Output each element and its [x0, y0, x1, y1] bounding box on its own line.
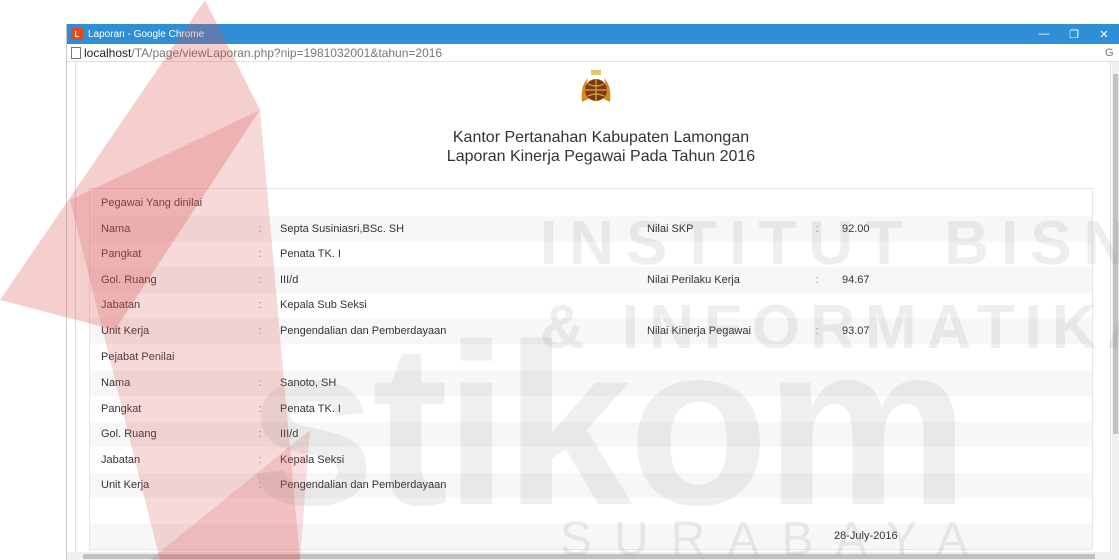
table-row: Unit Kerja : Pengendalian dan Pemberdaya… [90, 318, 1092, 344]
restore-icon[interactable]: ❐ [1059, 24, 1089, 44]
vertical-scroll-thumb[interactable] [1113, 74, 1118, 434]
page-icon [71, 46, 81, 59]
table-row: Nama : Septa Susiniasri,BSc. SH Nilai SK… [90, 216, 1092, 242]
table-row [90, 498, 1092, 524]
horizontal-scroll-thumb[interactable] [83, 554, 1095, 559]
section-pegawai-title: Pegawai Yang dinilai [101, 196, 203, 209]
table-row: Jabatan : Kepala Seksi [101, 453, 345, 466]
window-title: Laporan - Google Chrome [88, 28, 205, 40]
url-host: localhost [84, 45, 132, 60]
title-bar: L Laporan - Google Chrome — ❐ ✕ [67, 24, 1119, 44]
horizontal-scrollbar[interactable] [67, 552, 1113, 560]
minimize-icon[interactable]: — [1029, 24, 1059, 44]
browser-window: L Laporan - Google Chrome — ❐ ✕ localhos… [66, 24, 1119, 560]
chrome-app-icon: L [71, 28, 83, 40]
table-row: Pangkat : Penata TK. I [101, 402, 341, 415]
table-row: Jabatan : Kepala Sub Seksi [101, 299, 367, 312]
report-page: Kantor Pertanahan Kabupaten Lamongan Lap… [75, 62, 1111, 560]
section-penilai-title: Pejabat Penilai [101, 351, 175, 363]
page-viewport: Kantor Pertanahan Kabupaten Lamongan Lap… [67, 62, 1113, 560]
zoom-icon[interactable]: G [1105, 47, 1119, 59]
report-table: Pegawai Yang dinilai Nama : Septa Susini… [89, 188, 1093, 550]
table-row: Nama : Sanoto, SH [90, 370, 1092, 396]
url-path: /TA/page/viewLaporan.php?nip=1981032001&… [131, 45, 443, 60]
report-title: Laporan Kinerja Pegawai Pada Tahun 2016 [446, 148, 756, 165]
report-date: 28-July-2016 [834, 530, 898, 543]
address-bar[interactable]: localhost /TA/page/viewLaporan.php?nip=1… [67, 44, 1119, 62]
close-icon[interactable]: ✕ [1089, 24, 1119, 44]
office-name: Kantor Pertanahan Kabupaten Lamongan [452, 129, 750, 146]
report-heading: Kantor Pertanahan Kabupaten Lamongan Lap… [396, 128, 806, 166]
table-row: Unit Kerja : Pengendalian dan Pemberdaya… [90, 472, 1092, 498]
logo-emblem [581, 70, 611, 102]
date-row: 28-July-2016 [90, 523, 1092, 549]
vertical-scrollbar[interactable] [1112, 62, 1119, 560]
table-row: Gol. Ruang : III/d [90, 421, 1092, 447]
table-row: Gol. Ruang : III/d Nilai Perilaku Kerja … [90, 267, 1092, 293]
table-row: Pangkat : Penata TK. I [101, 248, 341, 261]
